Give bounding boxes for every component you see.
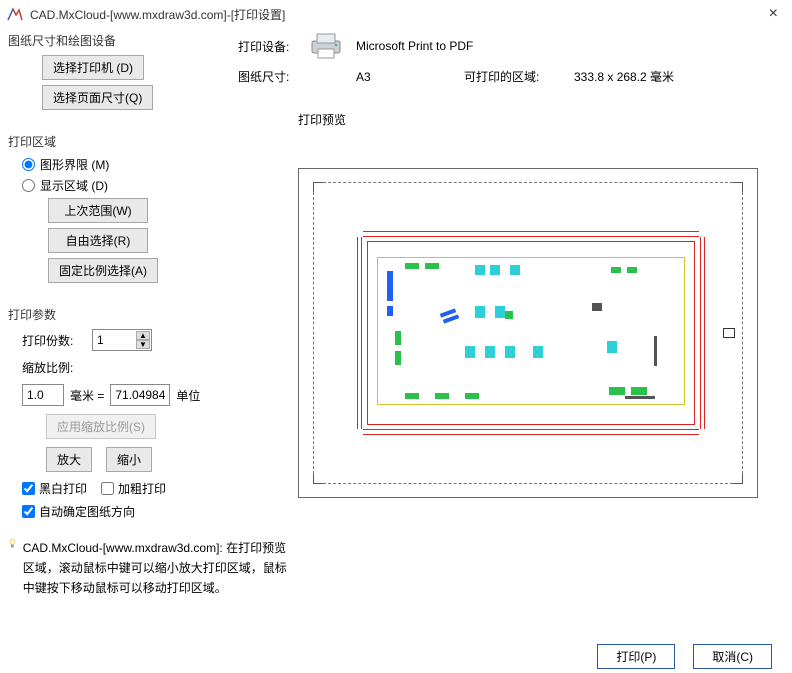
device-label: 打印设备:	[238, 38, 308, 55]
radio-display-label: 显示区域 (D)	[40, 177, 108, 194]
preview-drawing	[345, 211, 717, 455]
size-value: A3	[356, 70, 404, 84]
copies-spinner[interactable]: 1 ▲▼	[92, 329, 152, 351]
auto-orient-label: 自动确定图纸方向	[39, 503, 135, 520]
spinner-up-icon[interactable]: ▲	[136, 331, 150, 340]
close-icon[interactable]: ×	[761, 3, 786, 25]
printer-icon	[308, 32, 344, 60]
bw-checkbox[interactable]	[22, 482, 35, 495]
mm-input[interactable]	[22, 384, 64, 406]
auto-orient-checkbox[interactable]	[22, 505, 35, 518]
print-params-title: 打印参数	[8, 306, 288, 323]
printable-label: 可打印的区域:	[464, 68, 554, 85]
select-pagesize-button[interactable]: 选择页面尺寸(Q)	[42, 85, 153, 110]
unit-label: 单位	[176, 387, 200, 404]
copies-label: 打印份数:	[22, 332, 92, 349]
bold-checkbox[interactable]	[101, 482, 114, 495]
printable-value: 333.8 x 268.2 毫米	[574, 68, 674, 85]
print-button[interactable]: 打印(P)	[597, 644, 675, 669]
unit-input[interactable]	[110, 384, 170, 406]
bw-label: 黑白打印	[39, 480, 87, 497]
preview-handle-icon	[723, 328, 735, 338]
lightbulb-icon	[8, 538, 17, 568]
radio-display[interactable]	[22, 179, 35, 192]
select-printer-button[interactable]: 选择打印机 (D)	[42, 55, 144, 80]
cancel-button[interactable]: 取消(C)	[693, 644, 772, 669]
bold-label: 加粗打印	[118, 480, 166, 497]
device-info-row: 打印设备: Microsoft Print to PDF 图纸尺寸: A3 可打…	[298, 32, 784, 93]
zoom-in-button[interactable]: 放大	[46, 447, 92, 472]
scale-label: 缩放比例:	[22, 359, 73, 376]
print-area-title: 打印区域	[8, 133, 288, 150]
tip-title: CAD.MxCloud-[www.mxdraw3d.com]:	[23, 541, 223, 555]
print-area-group: 打印区域 图形界限 (M) 显示区域 (D) 上次范围(W) 自由选择(R) 固…	[8, 133, 288, 288]
size-label: 图纸尺寸:	[238, 68, 308, 85]
device-value: Microsoft Print to PDF	[356, 39, 473, 53]
tip-block: CAD.MxCloud-[www.mxdraw3d.com]: 在打印预览区域，…	[8, 538, 288, 598]
window-title: CAD.MxCloud-[www.mxdraw3d.com]-[打印设置]	[30, 6, 285, 23]
spinner-down-icon[interactable]: ▼	[136, 340, 150, 349]
last-extent-button[interactable]: 上次范围(W)	[48, 198, 148, 223]
print-preview[interactable]	[298, 168, 758, 498]
free-select-button[interactable]: 自由选择(R)	[48, 228, 148, 253]
radio-limits-label: 图形界限 (M)	[40, 156, 109, 173]
mm-eq-label: 毫米 =	[70, 387, 104, 404]
zoom-out-button[interactable]: 缩小	[106, 447, 152, 472]
app-logo-icon	[6, 5, 24, 23]
print-params-group: 打印参数 打印份数: 1 ▲▼ 缩放比例: 毫米 = 单位 应用缩放比例(S)	[8, 306, 288, 520]
apply-scale-button: 应用缩放比例(S)	[46, 414, 156, 439]
title-bar: CAD.MxCloud-[www.mxdraw3d.com]-[打印设置] ×	[0, 0, 792, 28]
preview-title: 打印预览	[298, 111, 784, 128]
copies-value: 1	[97, 333, 104, 347]
fixed-scale-button[interactable]: 固定比例选择(A)	[48, 258, 158, 283]
radio-limits[interactable]	[22, 158, 35, 171]
